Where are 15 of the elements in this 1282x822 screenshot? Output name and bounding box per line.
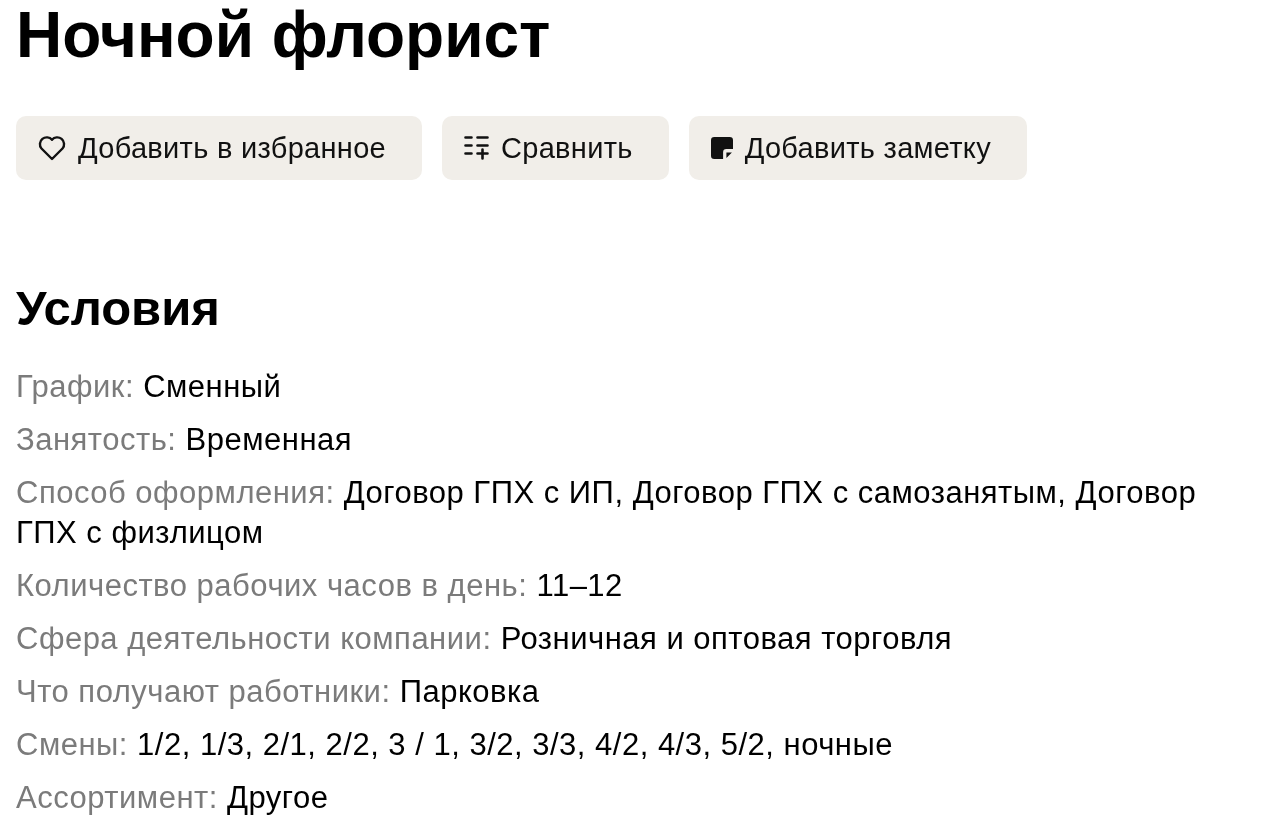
- condition-row-text: График: Сменный: [16, 368, 282, 406]
- heart-icon: [38, 135, 66, 161]
- condition-row-text: Ассортимент: Другое: [16, 779, 329, 817]
- condition-row-text: Способ оформления: Договор ГПХ с ИП, Договор ГПХ с самозанятым, Договор ГПХ с физлицом: [16, 474, 1198, 552]
- condition-row-text: Сфера деятельности компании: Розничная и оптовая торговля: [16, 620, 953, 658]
- note-icon: [710, 137, 733, 159]
- condition-row-text: Что получают работники: Парковка: [16, 673, 540, 711]
- condition-row-text: Смены: 1/2, 1/3, 2/1, 2/2, 3 / 1, 3/2, 3/3, 4/2, 4/3, 5/2, ночные: [16, 726, 893, 764]
- note-button[interactable]: Добавить заметку: [688, 116, 1027, 180]
- compare-button[interactable]: Сравнить: [442, 116, 669, 180]
- condition-row-text: Занятость: Временная: [16, 421, 353, 459]
- list-plus-icon: [464, 136, 489, 160]
- condition-row-text: Количество рабочих часов в день: 11–12: [16, 567, 623, 605]
- section-heading: Условия: [16, 284, 220, 333]
- favorite-button[interactable]: Добавить в избранное: [16, 116, 422, 180]
